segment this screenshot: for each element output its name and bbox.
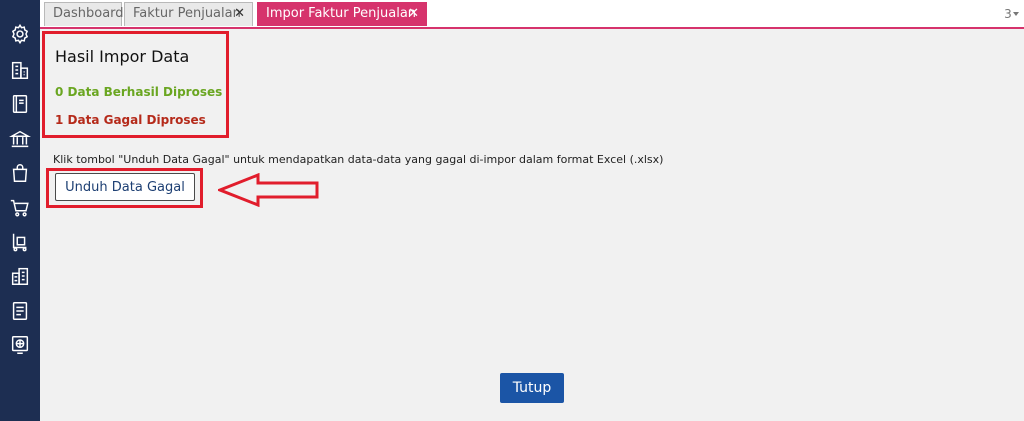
download-failed-data-button[interactable]: Unduh Data Gagal bbox=[55, 173, 195, 201]
bank-icon[interactable] bbox=[8, 127, 32, 151]
tab-label: Dashboard bbox=[53, 6, 124, 21]
trolley-icon[interactable] bbox=[8, 230, 32, 254]
success-count-text: 0 Data Berhasil Diproses bbox=[55, 85, 223, 99]
tab-count-label: 3 bbox=[1004, 7, 1012, 21]
globe-monitor-icon[interactable] bbox=[8, 333, 32, 357]
tab-bar: Dashboard Faktur Penjualan ✕ Impor Faktu… bbox=[40, 0, 1024, 29]
shopping-bag-icon[interactable] bbox=[8, 161, 32, 185]
close-icon[interactable]: ✕ bbox=[234, 3, 245, 25]
tax-document-icon[interactable] bbox=[8, 299, 32, 323]
tab-label: Impor Faktur Penjualan bbox=[266, 6, 417, 21]
tab-label: Faktur Penjualan bbox=[133, 6, 241, 21]
failed-count-text: 1 Data Gagal Diproses bbox=[55, 113, 206, 127]
gear-icon[interactable] bbox=[8, 22, 32, 46]
import-result-panel: Hasil Impor Data 0 Data Berhasil Diprose… bbox=[40, 29, 1024, 421]
close-button[interactable]: Tutup bbox=[500, 373, 564, 403]
chevron-down-icon bbox=[1013, 12, 1019, 16]
book-icon[interactable] bbox=[8, 92, 32, 116]
tab-faktur-penjualan[interactable]: Faktur Penjualan ✕ bbox=[124, 2, 253, 26]
close-icon[interactable]: ✕ bbox=[408, 3, 419, 25]
tab-impor-faktur-penjualan[interactable]: Impor Faktur Penjualan ✕ bbox=[257, 2, 427, 26]
result-title: Hasil Impor Data bbox=[55, 47, 190, 66]
building-icon[interactable] bbox=[8, 58, 32, 82]
tab-count-dropdown[interactable]: 3 bbox=[996, 2, 1020, 26]
sidebar bbox=[0, 0, 40, 421]
city-icon[interactable] bbox=[8, 264, 32, 288]
arrow-left-icon bbox=[218, 173, 319, 207]
download-hint-text: Klik tombol "Unduh Data Gagal" untuk men… bbox=[53, 153, 664, 166]
tab-dashboard[interactable]: Dashboard bbox=[44, 2, 124, 26]
cart-icon[interactable] bbox=[8, 196, 32, 220]
